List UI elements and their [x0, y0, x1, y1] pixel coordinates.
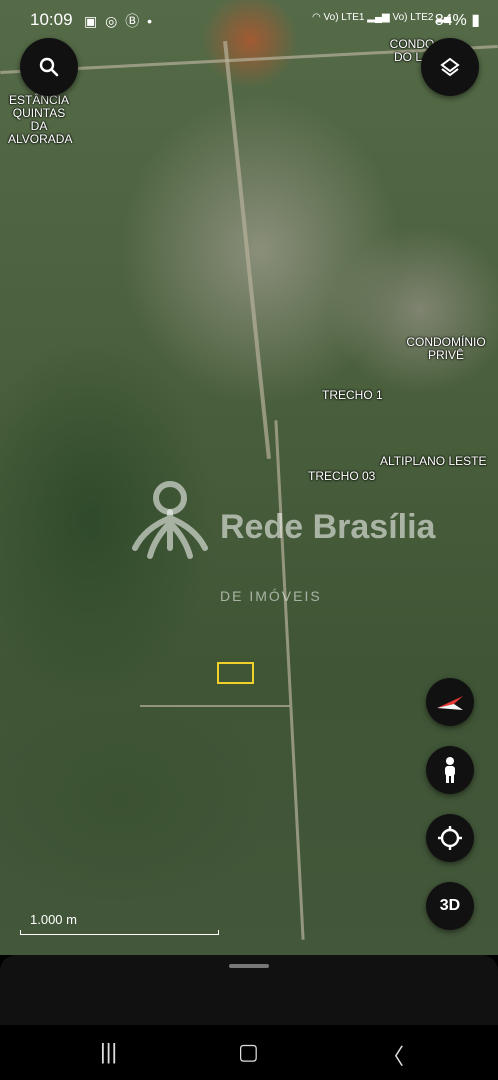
status-time: 10:09	[30, 10, 73, 29]
watermark-logo-icon	[132, 481, 208, 559]
search-button[interactable]	[20, 38, 78, 96]
signal-icons: ◠ Vo) LTE1 ▂▄▆ Vo) LTE2 ▂▄	[312, 12, 452, 23]
bottom-sheet[interactable]	[0, 955, 498, 1025]
battery-percent: 84%	[434, 12, 467, 29]
recent-apps-icon[interactable]: |||	[100, 1039, 117, 1065]
layers-button[interactable]	[421, 38, 479, 96]
label-trecho03: TRECHO 03	[308, 469, 376, 483]
notification-icons: ▣ ◎ Ⓑ •	[84, 13, 155, 29]
highlighted-parcel[interactable]	[217, 662, 254, 684]
pegman-icon	[445, 757, 455, 783]
3d-label: 3D	[439, 897, 461, 914]
3d-toggle-button[interactable]: 3D	[426, 882, 474, 930]
watermark-subtitle: DE IMÓVEIS	[220, 588, 322, 604]
search-icon	[39, 57, 59, 77]
back-icon[interactable]: 〈	[382, 1039, 404, 1071]
sheet-handle[interactable]	[229, 964, 269, 968]
battery-icon: ▮	[471, 12, 480, 29]
scale-bar: 1.000 m	[20, 912, 219, 935]
label-altiplano: ALTIPLANO LESTE	[380, 454, 487, 468]
home-icon[interactable]: ▢	[238, 1039, 259, 1065]
status-bar: 10:09 ▣ ◎ Ⓑ • ◠ Vo) LTE1 ▂▄▆ Vo) LTE2 ▂▄…	[0, 0, 498, 40]
compass-icon	[437, 696, 463, 710]
satellite-map[interactable]: ESTÂNCIA QUINTAS DA ALVORADA CONDO DO LA…	[0, 0, 498, 955]
android-nav-bar: ||| ▢ 〈	[0, 1025, 498, 1080]
road	[274, 420, 305, 940]
layers-icon	[440, 57, 460, 77]
label-estancia: ESTÂNCIA QUINTAS DA ALVORADA	[8, 93, 73, 146]
scale-line	[20, 930, 219, 935]
street-view-button[interactable]	[426, 746, 474, 794]
compass-button[interactable]	[426, 678, 474, 726]
sim2-label: Vo) LTE2	[392, 12, 434, 23]
watermark: Rede Brasília DE IMÓVEIS	[125, 478, 435, 604]
road	[223, 40, 271, 460]
sim1-label: Vo) LTE1	[323, 12, 365, 23]
scale-label: 1.000 m	[30, 912, 77, 927]
wifi-icon: ◠	[312, 12, 321, 23]
battery: 84% ▮	[435, 10, 480, 30]
my-location-icon	[438, 826, 462, 850]
label-trecho1: TRECHO 1	[322, 388, 383, 402]
road	[140, 705, 290, 707]
watermark-title: Rede Brasília	[220, 508, 436, 546]
my-location-button[interactable]	[426, 814, 474, 862]
label-condominio-prive: CONDOMÍNIO PRIVÊ	[406, 335, 486, 362]
